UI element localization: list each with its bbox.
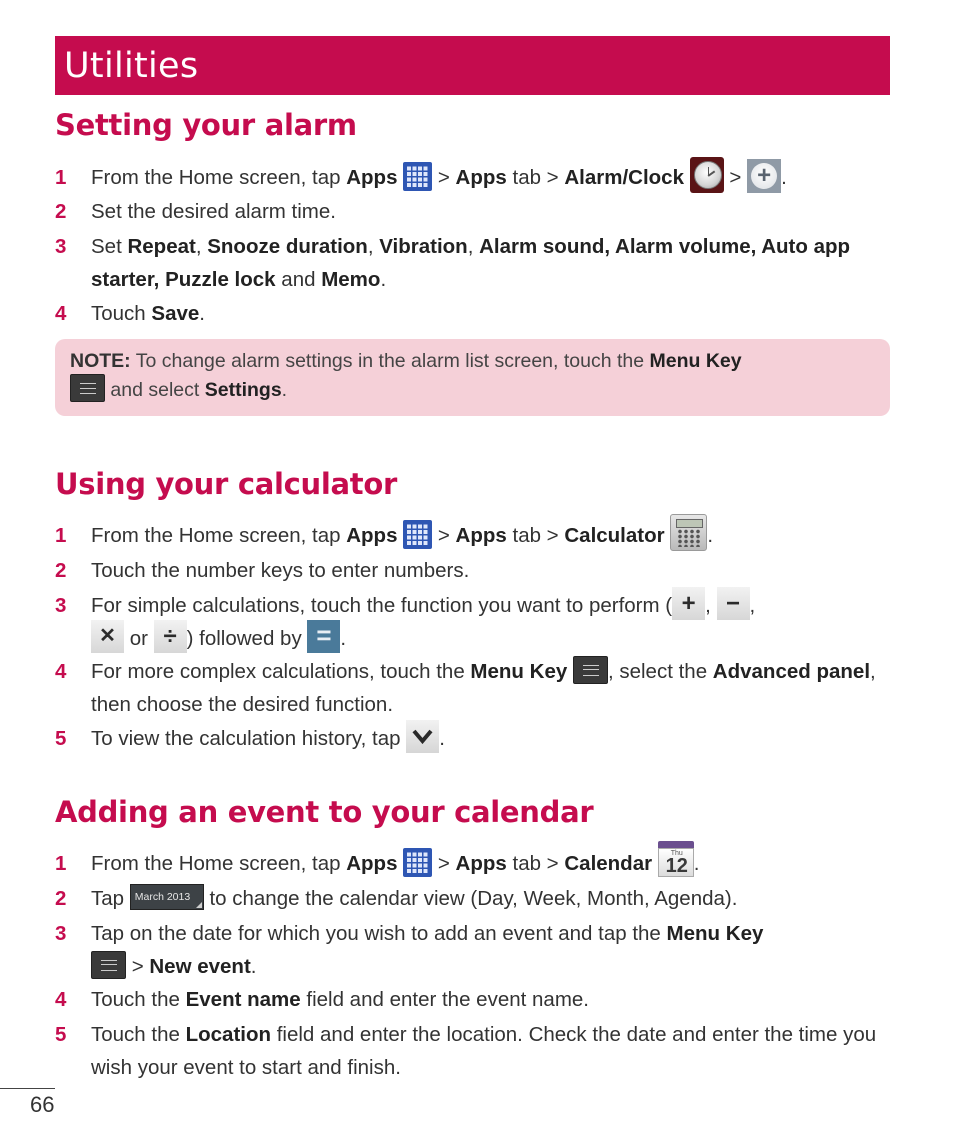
step-text: To view the calculation history, tap . — [91, 720, 891, 755]
step-text: Touch the Event name field and enter the… — [91, 988, 590, 1011]
multiply-key-icon: ✕ — [91, 620, 124, 654]
menu-key-icon — [70, 374, 105, 403]
step-number: 4 — [55, 660, 67, 683]
apps-grid-icon — [403, 161, 433, 191]
step-number: 2 — [55, 559, 67, 582]
step-text: Tap March 2013 to change the calendar vi… — [91, 882, 891, 915]
step-number: 2 — [55, 887, 67, 910]
apps-tab-label: Apps — [455, 166, 507, 189]
chapter-title: Utilities — [64, 46, 199, 86]
step-text: Touch the number keys to enter numbers. — [91, 559, 470, 582]
step-number: 1 — [55, 524, 67, 547]
alarm-clock-label: Alarm/Clock — [564, 166, 684, 189]
step-number: 1 — [55, 166, 67, 189]
plus-key-icon: + — [672, 587, 706, 621]
month-view-button-icon: March 2013 — [129, 884, 204, 911]
step-number: 2 — [55, 200, 67, 223]
step-text: From the Home screen, tap Apps > Apps ta… — [91, 513, 891, 552]
step-text: From the Home screen, tap Apps > Apps ta… — [91, 840, 891, 880]
step-number: 5 — [55, 1023, 67, 1046]
step-number: 3 — [55, 594, 67, 617]
chevron-down-icon — [406, 720, 440, 754]
note-box: NOTE: To change alarm settings in the al… — [55, 339, 890, 416]
note-text: NOTE: To change alarm settings in the al… — [70, 350, 742, 403]
step-text: Tap on the date for which you wish to ad… — [91, 922, 764, 980]
step-text: For simple calculations, touch the funct… — [91, 587, 891, 655]
step-number: 5 — [55, 727, 67, 750]
minus-key-icon: − — [716, 587, 750, 621]
menu-key-icon — [91, 951, 126, 980]
step-text: Touch Save. — [91, 302, 205, 325]
chapter-banner: Utilities — [55, 36, 890, 95]
step-text: From the Home screen, tap Apps > Apps ta… — [91, 156, 891, 194]
divide-key-icon: ÷ — [153, 620, 187, 654]
step-text: Touch the Location field and enter the l… — [91, 1023, 877, 1079]
step-text: For more complex calculations, touch the… — [91, 655, 891, 721]
calendar-icon: Thu 12 — [657, 840, 694, 879]
step-number: 1 — [55, 852, 67, 875]
apps-label: Apps — [346, 166, 398, 189]
step-text: Set Repeat, Snooze duration, Vibration, … — [91, 235, 851, 291]
note-label: NOTE: — [70, 350, 131, 372]
menu-key-icon — [572, 656, 608, 685]
step-number: 3 — [55, 235, 67, 258]
step-number: 4 — [55, 302, 67, 325]
footer-rule — [0, 1088, 55, 1089]
equals-key-icon: = — [307, 620, 341, 654]
step-text: Set the desired alarm time. — [91, 200, 336, 223]
calculator-icon — [670, 513, 708, 551]
step-number: 3 — [55, 922, 67, 945]
page-number: 66 — [30, 1092, 55, 1117]
plus-circle-icon: + — [747, 158, 782, 193]
section-title-calendar: Adding an event to your calendar — [55, 795, 594, 829]
apps-grid-icon — [403, 519, 433, 549]
apps-grid-icon — [403, 847, 433, 877]
alarm-clock-icon — [689, 156, 724, 193]
step-number: 4 — [55, 988, 67, 1011]
section-title-alarm: Setting your alarm — [55, 108, 357, 142]
section-title-calculator: Using your calculator — [55, 467, 397, 501]
